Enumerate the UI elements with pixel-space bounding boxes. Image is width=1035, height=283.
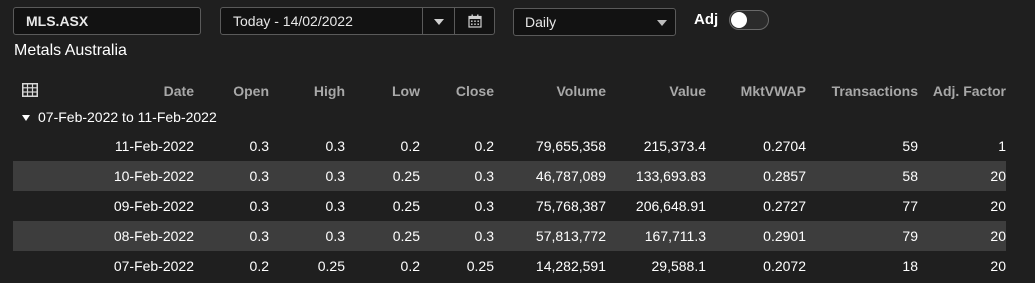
table-grid-icon[interactable] [22, 83, 38, 97]
table-cell: 0.2901 [763, 228, 806, 244]
adj-label: Adj [694, 11, 719, 28]
table-cell: 0.3 [249, 138, 269, 154]
table-cell: 0.3 [249, 168, 269, 184]
table-cell: 09-Feb-2022 [113, 198, 194, 214]
table-cell: 167,711.3 [644, 228, 706, 244]
table-cell: 07-Feb-2022 [113, 258, 194, 274]
table-cell: 0.25 [392, 168, 420, 184]
date-range-value: Today - 14/02/2022 [233, 13, 353, 29]
date-range-picker[interactable]: Today - 14/02/2022 [220, 7, 495, 35]
table-cell: 0.3 [474, 198, 494, 214]
table-cell: 20 [990, 168, 1006, 184]
column-header-open[interactable]: Open [233, 83, 269, 99]
column-header-date[interactable]: Date [164, 83, 194, 99]
table-cell: 77 [902, 198, 918, 214]
date-range-dropdown-button[interactable] [422, 8, 455, 34]
table-cell: 0.25 [392, 198, 420, 214]
frequency-select[interactable]: Daily [513, 8, 676, 36]
column-header-close[interactable]: Close [456, 83, 494, 99]
table-row[interactable]: 07-Feb-2022 0.2 0.25 0.2 0.25 14,282,591 29,58… [13, 251, 1006, 281]
table-cell: 0.3 [325, 168, 345, 184]
table-cell: 0.2 [474, 138, 494, 154]
table-cell: 20 [990, 198, 1006, 214]
column-header-value[interactable]: Value [669, 83, 706, 99]
group-label: 07-Feb-2022 to 11-Feb-2022 [38, 109, 217, 125]
column-header-transactions[interactable]: Transactions [832, 83, 918, 99]
caret-down-icon [22, 115, 30, 122]
adj-toggle[interactable] [729, 10, 769, 30]
table-cell: 57,813,772 [535, 228, 606, 244]
table-cell: 79,655,358 [535, 138, 606, 154]
table-cell: 1 [998, 138, 1006, 154]
table-cell: 133,693.83 [635, 168, 706, 184]
column-header-mktvwap[interactable]: MktVWAP [741, 83, 806, 99]
chevron-down-icon [434, 19, 444, 25]
table-cell: 0.2857 [763, 168, 806, 184]
company-name: Metals Australia [14, 42, 127, 59]
table-cell: 0.25 [466, 258, 494, 274]
table-cell: 0.2727 [763, 198, 806, 214]
column-header-low[interactable]: Low [392, 83, 420, 99]
table-cell: 11-Feb-2022 [114, 138, 194, 154]
table-cell: 20 [990, 258, 1006, 274]
table-cell: 08-Feb-2022 [113, 228, 194, 244]
frequency-value: Daily [525, 14, 557, 30]
table-cell: 0.2 [400, 138, 420, 154]
table-row[interactable]: 11-Feb-2022 0.3 0.3 0.2 0.2 79,655,358 215,373… [13, 131, 1006, 161]
table-cell: 0.25 [317, 258, 345, 274]
table-cell: 0.2704 [763, 138, 806, 154]
table-row[interactable]: 09-Feb-2022 0.3 0.3 0.25 0.3 75,768,387 206,64… [13, 191, 1006, 221]
chevron-down-icon [657, 20, 667, 26]
table-cell: 46,787,089 [535, 168, 606, 184]
calendar-button[interactable] [454, 8, 495, 34]
table-cell: 0.3 [249, 228, 269, 244]
table-cell: 206,648.91 [635, 198, 706, 214]
table-cell: 0.2 [400, 258, 420, 274]
column-header-high[interactable]: High [314, 83, 345, 99]
table-cell: 0.2072 [763, 258, 806, 274]
table-cell: 20 [990, 228, 1006, 244]
table-cell: 58 [902, 168, 918, 184]
table-cell: 0.2 [249, 258, 269, 274]
table-cell: 18 [902, 258, 918, 274]
table-cell: 0.3 [325, 198, 345, 214]
ticker-input[interactable]: MLS.ASX [13, 7, 201, 35]
table-cell: 0.3 [325, 138, 345, 154]
table-cell: 79 [902, 228, 918, 244]
group-row[interactable]: 07-Feb-2022 to 11-Feb-2022 [22, 109, 217, 125]
toggle-knob [731, 12, 747, 28]
table-row[interactable]: 10-Feb-2022 0.3 0.3 0.25 0.3 46,787,089 133,69… [13, 161, 1006, 191]
table-cell: 59 [902, 138, 918, 154]
table-cell: 0.3 [325, 228, 345, 244]
table-cell: 0.3 [474, 228, 494, 244]
column-header-adj-factor[interactable]: Adj. Factor [933, 83, 1006, 99]
table-cell: 75,768,387 [535, 198, 606, 214]
table-cell: 0.3 [474, 168, 494, 184]
table-cell: 10-Feb-2022 [113, 168, 194, 184]
table-cell: 14,282,591 [535, 258, 606, 274]
table-cell: 0.3 [249, 198, 269, 214]
table-cell: 215,373.4 [643, 138, 706, 154]
calendar-icon [468, 14, 482, 28]
table-row[interactable]: 08-Feb-2022 0.3 0.3 0.25 0.3 57,813,772 167,71… [13, 221, 1006, 251]
table-cell: 0.25 [392, 228, 420, 244]
table-cell: 29,588.1 [651, 258, 707, 274]
column-header-volume[interactable]: Volume [556, 83, 606, 99]
